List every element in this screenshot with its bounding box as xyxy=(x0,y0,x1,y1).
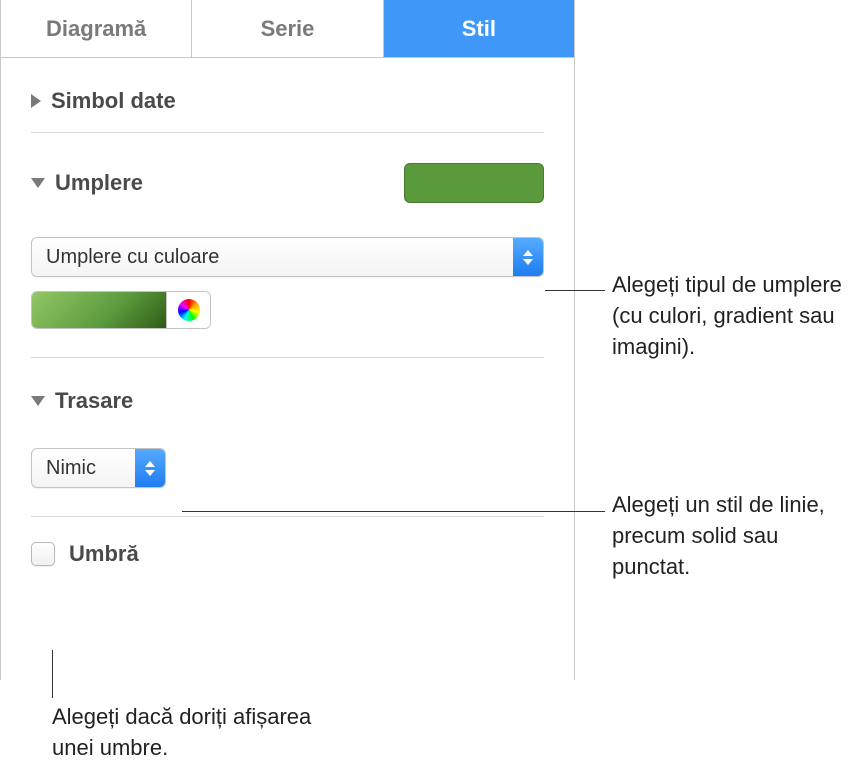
section-umbra: Umbră xyxy=(1,517,574,567)
fill-color-swatch[interactable] xyxy=(404,163,544,203)
tab-diagram[interactable]: Diagramă xyxy=(1,0,192,57)
callout-line xyxy=(182,511,605,512)
disclosure-open-icon xyxy=(31,396,45,406)
popup-arrows-icon xyxy=(135,449,165,487)
section-umplere: Umplere Umplere cu culoare xyxy=(1,133,574,357)
section-trasare: Trasare Nimic xyxy=(1,358,574,516)
style-panel: Diagramă Serie Stil Simbol date Umplere … xyxy=(0,0,575,680)
umplere-title: Umplere xyxy=(55,170,143,196)
simbol-date-header[interactable]: Simbol date xyxy=(31,58,544,132)
callout-line xyxy=(545,290,605,291)
fill-color-controls xyxy=(31,291,211,329)
shadow-checkbox[interactable] xyxy=(31,542,55,566)
callout-line xyxy=(52,650,53,698)
section-simbol-date: Simbol date xyxy=(1,58,574,132)
umplere-header[interactable]: Umplere xyxy=(31,170,143,196)
disclosure-open-icon xyxy=(31,178,45,188)
trasare-header[interactable]: Trasare xyxy=(31,358,544,432)
stroke-style-label: Nimic xyxy=(32,457,135,480)
color-picker-button[interactable] xyxy=(166,292,210,328)
tab-serie[interactable]: Serie xyxy=(192,0,383,57)
stroke-style-popup[interactable]: Nimic xyxy=(31,448,166,488)
fill-gradient-swatch[interactable] xyxy=(32,292,166,328)
fill-type-label: Umplere cu culoare xyxy=(32,246,513,269)
annotation-stroke: Alegeți un stil de linie, precum solid s… xyxy=(612,490,842,582)
annotation-shadow: Alegeți dacă doriți afișarea unei umbre. xyxy=(52,702,312,764)
tab-stil[interactable]: Stil xyxy=(384,0,574,57)
fill-type-popup[interactable]: Umplere cu culoare xyxy=(31,237,544,277)
color-wheel-icon xyxy=(178,299,200,321)
disclosure-closed-icon xyxy=(31,94,41,108)
trasare-title: Trasare xyxy=(55,388,133,414)
umbra-title: Umbră xyxy=(69,541,139,567)
annotation-fill: Alegeți tipul de umplere (cu culori, gra… xyxy=(612,270,842,362)
tabbar: Diagramă Serie Stil xyxy=(1,0,574,58)
popup-arrows-icon xyxy=(513,238,543,276)
simbol-date-title: Simbol date xyxy=(51,88,176,114)
